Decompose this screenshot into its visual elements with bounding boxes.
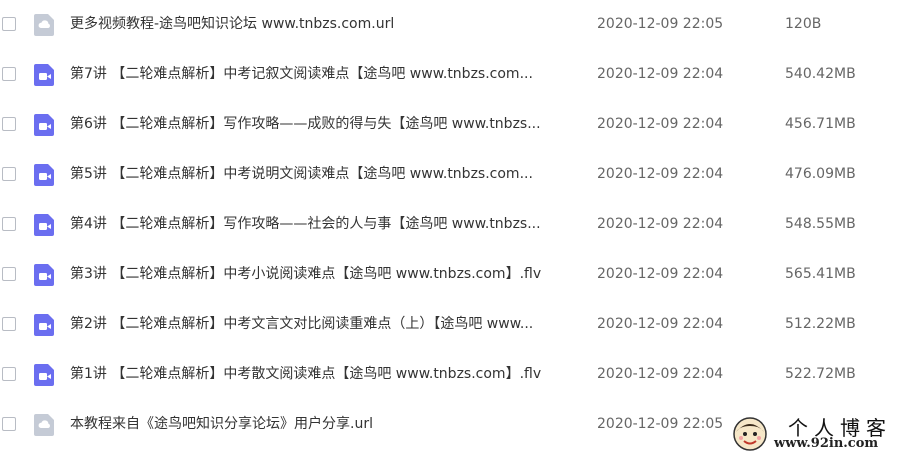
file-row[interactable]: 更多视频教程-途鸟吧知识论坛 www.tnbzs.com.url 2020-12… (0, 0, 924, 50)
file-row[interactable]: 第7讲 【二轮难点解析】中考记叙文阅读难点【途鸟吧 www.tnbzs.com.… (0, 50, 924, 100)
file-size: 476.09MB (785, 166, 856, 182)
file-date: 2020-12-09 22:04 (597, 66, 724, 82)
file-name[interactable]: 第7讲 【二轮难点解析】中考记叙文阅读难点【途鸟吧 www.tnbzs.com.… (70, 50, 580, 98)
file-date: 2020-12-09 22:04 (597, 266, 724, 282)
file-name[interactable]: 更多视频教程-途鸟吧知识论坛 www.tnbzs.com.url (70, 0, 580, 48)
file-row[interactable]: 第2讲 【二轮难点解析】中考文言文对比阅读重难点（上）【途鸟吧 www... 2… (0, 300, 924, 350)
video-file-icon (34, 214, 54, 236)
row-checkbox[interactable] (2, 267, 16, 281)
file-date: 2020-12-09 22:04 (597, 316, 724, 332)
avatar-icon (733, 417, 767, 451)
watermark-url: www.92in.com (774, 436, 879, 451)
row-checkbox[interactable] (2, 217, 16, 231)
video-file-icon (34, 114, 54, 136)
video-file-icon (34, 164, 54, 186)
video-file-icon (34, 64, 54, 86)
file-size: 548.55MB (785, 216, 856, 232)
cloud-link-icon (34, 414, 54, 436)
file-row[interactable]: 第4讲 【二轮难点解析】写作攻略——社会的人与事【途鸟吧 www.tnbzs..… (0, 200, 924, 250)
file-date: 2020-12-09 22:04 (597, 216, 724, 232)
file-name[interactable]: 第6讲 【二轮难点解析】写作攻略——成败的得与失【途鸟吧 www.tnbzs..… (70, 100, 580, 148)
row-checkbox[interactable] (2, 117, 16, 131)
file-date: 2020-12-09 22:04 (597, 116, 724, 132)
file-date: 2020-12-09 22:04 (597, 166, 724, 182)
file-name[interactable]: 本教程来自《途鸟吧知识分享论坛》用户分享.url (70, 400, 580, 448)
file-row[interactable]: 第1讲 【二轮难点解析】中考散文阅读难点【途鸟吧 www.tnbzs.com】.… (0, 350, 924, 400)
file-row[interactable]: 第6讲 【二轮难点解析】写作攻略——成败的得与失【途鸟吧 www.tnbzs..… (0, 100, 924, 150)
file-size: 120B (785, 16, 822, 32)
video-file-icon (34, 364, 54, 386)
cloud-link-icon (34, 14, 54, 36)
file-name[interactable]: 第5讲 【二轮难点解析】中考说明文阅读难点【途鸟吧 www.tnbzs.com.… (70, 150, 580, 198)
file-date: 2020-12-09 22:05 (597, 416, 724, 432)
watermark: 个人博客 www.92in.com (728, 412, 924, 456)
video-file-icon (34, 264, 54, 286)
file-size: 565.41MB (785, 266, 856, 282)
file-row[interactable]: 第5讲 【二轮难点解析】中考说明文阅读难点【途鸟吧 www.tnbzs.com.… (0, 150, 924, 200)
file-size: 512.22MB (785, 316, 856, 332)
file-name[interactable]: 第3讲 【二轮难点解析】中考小说阅读难点【途鸟吧 www.tnbzs.com】.… (70, 250, 580, 298)
file-size: 540.42MB (785, 66, 856, 82)
row-checkbox[interactable] (2, 67, 16, 81)
file-row[interactable]: 第3讲 【二轮难点解析】中考小说阅读难点【途鸟吧 www.tnbzs.com】.… (0, 250, 924, 300)
file-name[interactable]: 第2讲 【二轮难点解析】中考文言文对比阅读重难点（上）【途鸟吧 www... (70, 300, 580, 348)
file-name[interactable]: 第1讲 【二轮难点解析】中考散文阅读难点【途鸟吧 www.tnbzs.com】.… (70, 350, 580, 398)
file-date: 2020-12-09 22:04 (597, 366, 724, 382)
row-checkbox[interactable] (2, 417, 16, 431)
file-list: 更多视频教程-途鸟吧知识论坛 www.tnbzs.com.url 2020-12… (0, 0, 924, 450)
row-checkbox[interactable] (2, 317, 16, 331)
file-size: 522.72MB (785, 366, 856, 382)
file-name[interactable]: 第4讲 【二轮难点解析】写作攻略——社会的人与事【途鸟吧 www.tnbzs..… (70, 200, 580, 248)
row-checkbox[interactable] (2, 367, 16, 381)
video-file-icon (34, 314, 54, 336)
file-size: 456.71MB (785, 116, 856, 132)
row-checkbox[interactable] (2, 17, 16, 31)
row-checkbox[interactable] (2, 167, 16, 181)
file-date: 2020-12-09 22:05 (597, 16, 724, 32)
